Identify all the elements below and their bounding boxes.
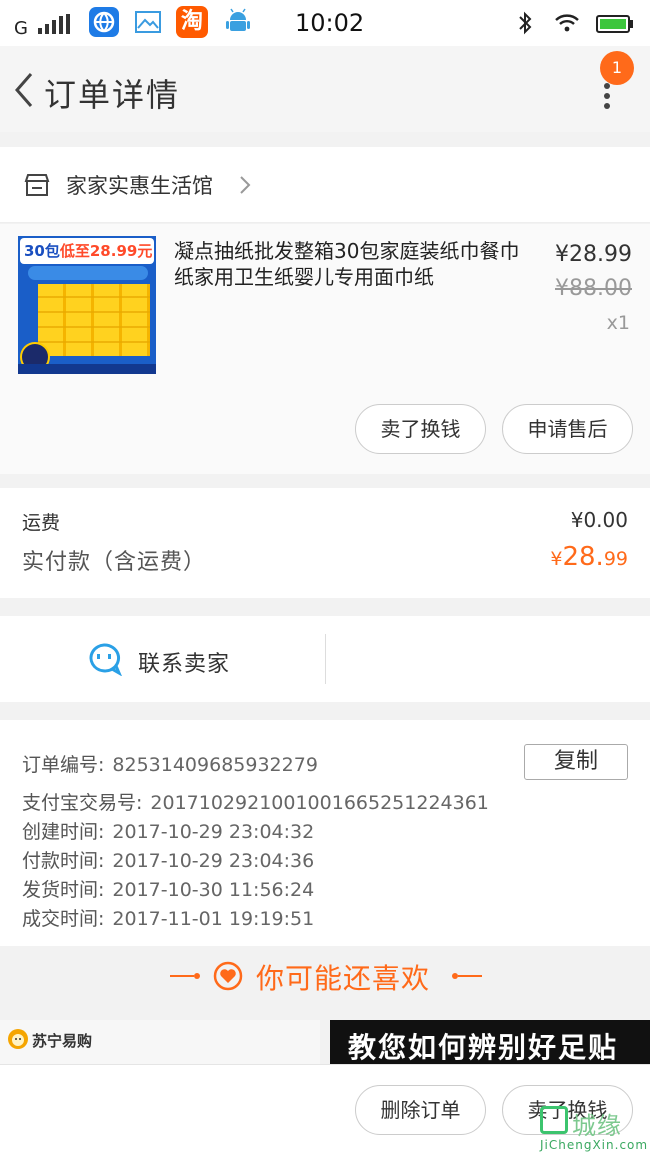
android-app-icon <box>226 8 250 31</box>
wifi-icon <box>555 14 579 32</box>
watermark-logo-icon <box>540 1106 568 1134</box>
product-price: ¥28.99 <box>555 242 632 267</box>
product-thumbnail[interactable]: 30包低至28.99元 <box>18 236 156 374</box>
status-right-icons <box>519 11 633 35</box>
product-original-price: ¥88.00 <box>555 276 632 301</box>
suning-brand-text: 苏宁易购 <box>32 1032 93 1050</box>
divider <box>325 634 326 684</box>
shop-row[interactable]: 家家实惠生活馆 <box>0 147 650 223</box>
notification-badge: 1 <box>600 51 634 85</box>
carrier-label: G <box>14 18 28 39</box>
product-title[interactable]: 凝点抽纸批发整箱30包家庭装纸巾餐巾纸家用卫生纸婴儿专用面巾纸 <box>174 238 530 290</box>
page-title: 订单详情 <box>44 76 181 114</box>
thumb-box-grid <box>38 284 150 356</box>
paid-currency: ¥ <box>550 548 563 570</box>
nav-bar: 订单详情 <box>0 46 650 132</box>
status-bar: G 淘 10:02 <box>0 0 650 46</box>
chat-bubble-icon[interactable] <box>86 642 122 676</box>
paid-time-row: 付款时间: 2017-10-29 23:04:36 <box>22 850 315 872</box>
recommend-header: 你可能还喜欢 <box>0 946 650 1006</box>
shipping-label: 运费 <box>22 512 61 534</box>
paid-amount-value: ¥28.99 <box>550 542 628 572</box>
shipping-value: ¥0.00 <box>570 508 628 532</box>
paid-amount-label: 实付款（含运费） <box>22 550 207 575</box>
heart-icon <box>213 961 243 991</box>
signal-icon <box>38 14 70 34</box>
alipay-trade-row: 支付宝交易号: 2017102921001001665251224361 <box>22 792 489 814</box>
thumb-footer-strip <box>18 364 156 374</box>
watermark-text: 城缘 <box>572 1112 622 1140</box>
clock-time: 10:02 <box>295 9 365 37</box>
sell-for-cash-button[interactable]: 卖了换钱 <box>355 404 486 454</box>
banner-text: 教您如何辨别好足贴 <box>348 1031 619 1064</box>
fee-summary: 运费 ¥0.00 实付款（含运费） ¥28.99 <box>0 488 650 598</box>
product-item[interactable]: 30包低至28.99元 凝点抽纸批发整箱30包家庭装纸巾餐巾纸家用卫生纸婴儿专用… <box>0 224 650 474</box>
shop-name[interactable]: 家家实惠生活馆 <box>66 170 213 200</box>
paid-decimal: 99 <box>603 548 628 570</box>
contact-seller-card: 联系卖家 <box>0 616 650 702</box>
thumb-subbanner <box>28 266 148 280</box>
contact-seller-button[interactable]: 联系卖家 <box>138 646 230 678</box>
apply-after-sale-button[interactable]: 申请售后 <box>502 404 633 454</box>
recommend-item-banner[interactable]: 教您如何辨别好足贴 <box>330 1020 650 1064</box>
order-info: 订单编号: 82531409685932279 复制 支付宝交易号: 2017102… <box>0 720 650 946</box>
back-arrow-icon[interactable] <box>14 72 34 108</box>
order-number-row: 订单编号: 82531409685932279 <box>22 754 318 776</box>
battery-icon <box>596 15 633 33</box>
decor-dot <box>194 973 200 979</box>
store-icon <box>24 174 50 196</box>
taobao-app-icon: 淘 <box>176 6 208 38</box>
decor-line <box>170 975 194 977</box>
browser-app-icon <box>89 7 119 37</box>
paid-integer: 28. <box>562 542 604 572</box>
decor-line <box>458 975 482 977</box>
created-time-row: 创建时间: 2017-10-29 23:04:32 <box>22 821 315 843</box>
shipped-time-row: 发货时间: 2017-10-30 11:56:24 <box>22 879 315 901</box>
recommend-title: 你可能还喜欢 <box>256 962 431 995</box>
chevron-right-icon <box>240 176 251 194</box>
bluetooth-icon <box>519 11 532 35</box>
copy-button[interactable]: 复制 <box>524 744 628 780</box>
suning-lion-icon <box>8 1029 28 1049</box>
gallery-app-icon <box>135 11 161 33</box>
recommend-list: 苏宁易购 教您如何辨别好足贴 <box>0 1018 650 1064</box>
watermark-url: JiChengXin.com <box>540 1138 649 1152</box>
thumb-banner: 30包低至28.99元 <box>20 238 154 264</box>
completed-time-row: 成交时间: 2017-11-01 19:19:51 <box>22 908 315 930</box>
site-watermark: 城缘 JiChengXin.com <box>532 1106 650 1155</box>
product-quantity: x1 <box>606 312 630 334</box>
delete-order-button[interactable]: 删除订单 <box>355 1085 486 1135</box>
recommend-item-suning[interactable]: 苏宁易购 <box>0 1020 320 1064</box>
